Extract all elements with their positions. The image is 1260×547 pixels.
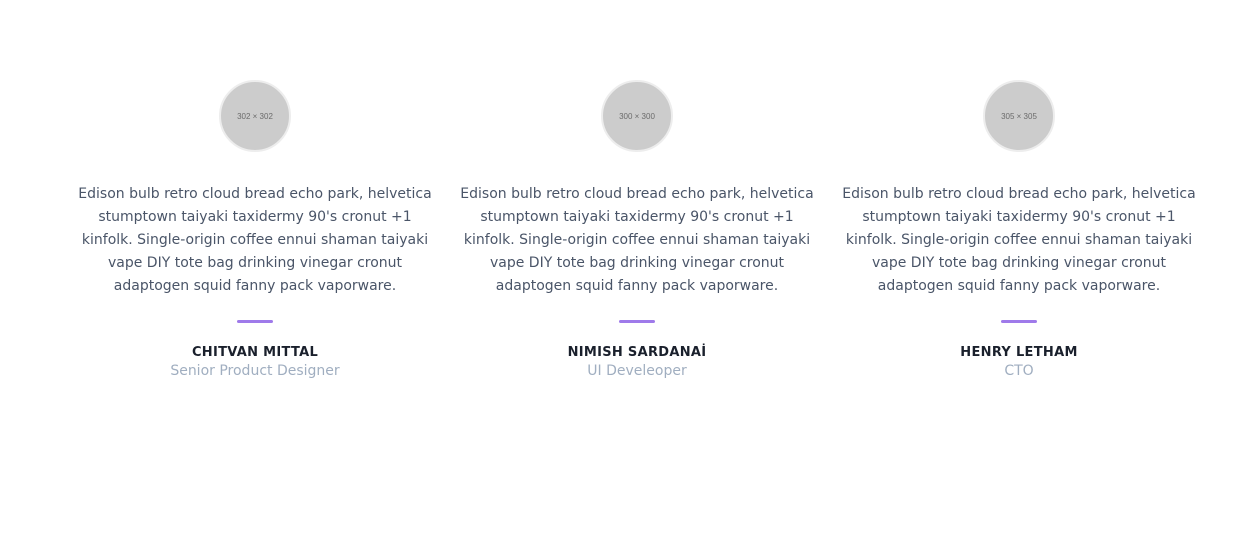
avatar-placeholder-label: 305 × 305 (1001, 111, 1037, 121)
person-role: UI Develeoper (587, 363, 687, 379)
person-role: Senior Product Designer (170, 363, 340, 379)
testimonial-card: 300 × 300 Edison bulb retro cloud bread … (446, 80, 828, 379)
testimonial-quote: Edison bulb retro cloud bread echo park,… (460, 186, 814, 294)
avatar-placeholder-label: 302 × 302 (237, 111, 273, 121)
avatar-placeholder-label: 300 × 300 (619, 111, 655, 121)
person-name: HENRY LETHAM (960, 345, 1078, 360)
testimonial-list: 302 × 302 Edison bulb retro cloud bread … (64, 80, 1210, 379)
accent-divider (237, 320, 273, 323)
avatar: 302 × 302 (219, 80, 291, 152)
testimonials-section: 302 × 302 Edison bulb retro cloud bread … (0, 0, 1260, 547)
accent-divider (1001, 320, 1037, 323)
person-role: CTO (1004, 363, 1034, 379)
accent-divider (619, 320, 655, 323)
testimonial-quote: Edison bulb retro cloud bread echo park,… (842, 186, 1196, 294)
testimonial-quote: Edison bulb retro cloud bread echo park,… (78, 186, 432, 294)
testimonial-card: 305 × 305 Edison bulb retro cloud bread … (828, 80, 1210, 379)
testimonial-card: 302 × 302 Edison bulb retro cloud bread … (64, 80, 446, 379)
person-name: NIMISH SARDANAİ (567, 345, 707, 360)
avatar: 305 × 305 (983, 80, 1055, 152)
avatar: 300 × 300 (601, 80, 673, 152)
person-name: CHITVAN MITTAL (191, 345, 319, 360)
